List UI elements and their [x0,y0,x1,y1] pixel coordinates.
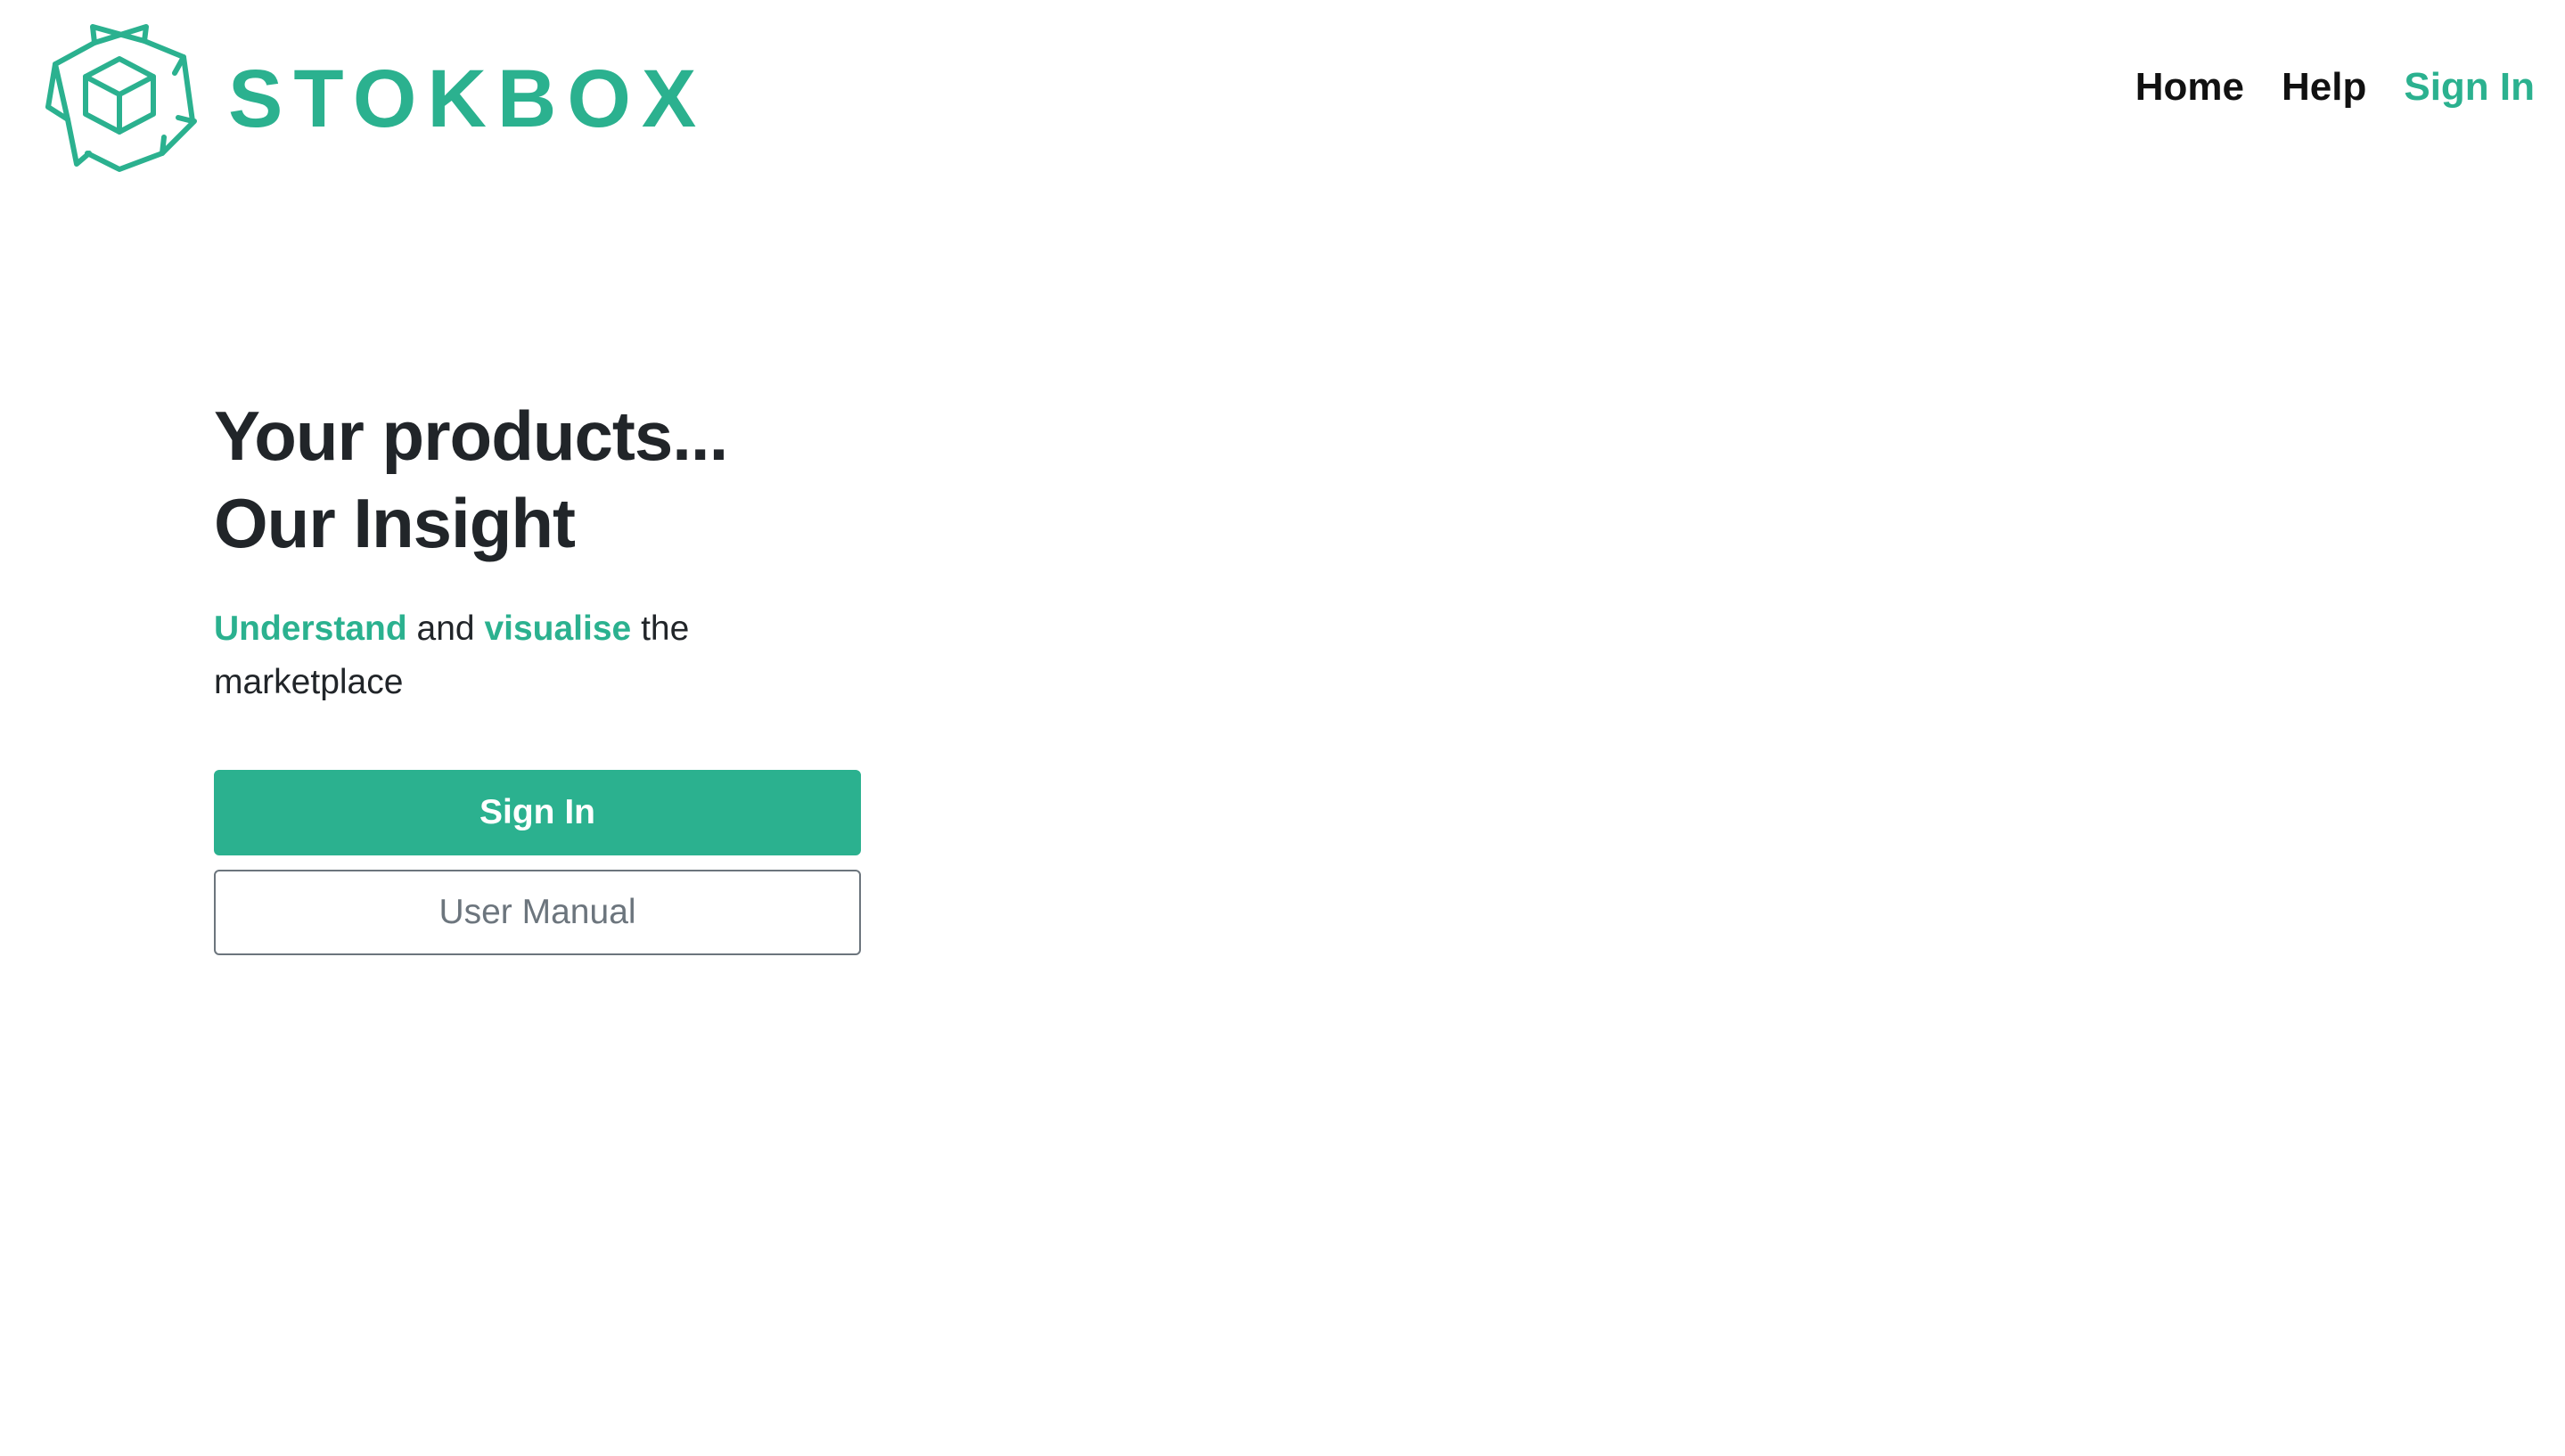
subtitle-text-and: and [406,609,485,648]
highlight-visualise: visualise [484,609,632,648]
hero-section: Your products... Our Insight Understand … [214,392,865,955]
brand-home-link[interactable]: STOKBOX [41,21,707,173]
nav-home-link[interactable]: Home [2135,68,2244,107]
top-navbar: STOKBOX Home Help Sign In [0,0,2565,196]
sign-in-button[interactable]: Sign In [214,770,861,855]
nav-sign-in-link[interactable]: Sign In [2404,68,2535,107]
hero-title-line-1: Your products... [214,397,728,475]
nav-help-link[interactable]: Help [2282,68,2366,107]
recycle-box-icon [45,24,197,172]
user-manual-button[interactable]: User Manual [214,870,861,955]
main-nav: Home Help Sign In [2135,68,2535,107]
brand-name: STOKBOX [228,53,708,144]
hero-subtitle: Understand and visualise the marketplace [214,602,766,709]
hero-title-line-2: Our Insight [214,484,576,562]
highlight-understand: Understand [214,609,407,648]
hero-title: Your products... Our Insight [214,392,865,567]
page: STOKBOX Home Help Sign In Your products.… [0,0,2565,1456]
